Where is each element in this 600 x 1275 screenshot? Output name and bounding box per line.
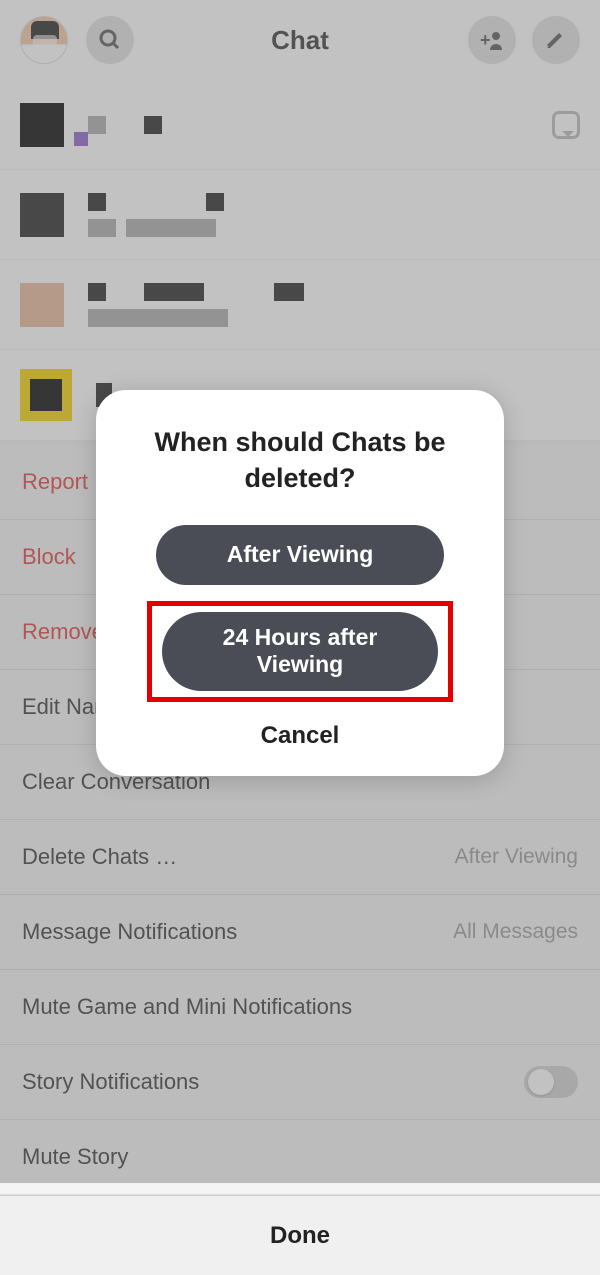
cancel-label: Cancel <box>261 722 340 749</box>
highlighted-option: 24 Hours after Viewing <box>147 601 453 702</box>
delete-chats-modal: When should Chats be deleted? After View… <box>96 390 504 776</box>
done-label: Done <box>270 1222 330 1250</box>
modal-title: When should Chats be deleted? <box>122 424 478 497</box>
done-button[interactable]: Done <box>0 1195 600 1275</box>
cancel-button[interactable]: Cancel <box>122 714 478 754</box>
option-24-hours-after-viewing[interactable]: 24 Hours after Viewing <box>162 612 438 691</box>
option-label: After Viewing <box>227 541 374 569</box>
option-after-viewing[interactable]: After Viewing <box>156 525 444 585</box>
option-label: 24 Hours after Viewing <box>182 624 418 679</box>
